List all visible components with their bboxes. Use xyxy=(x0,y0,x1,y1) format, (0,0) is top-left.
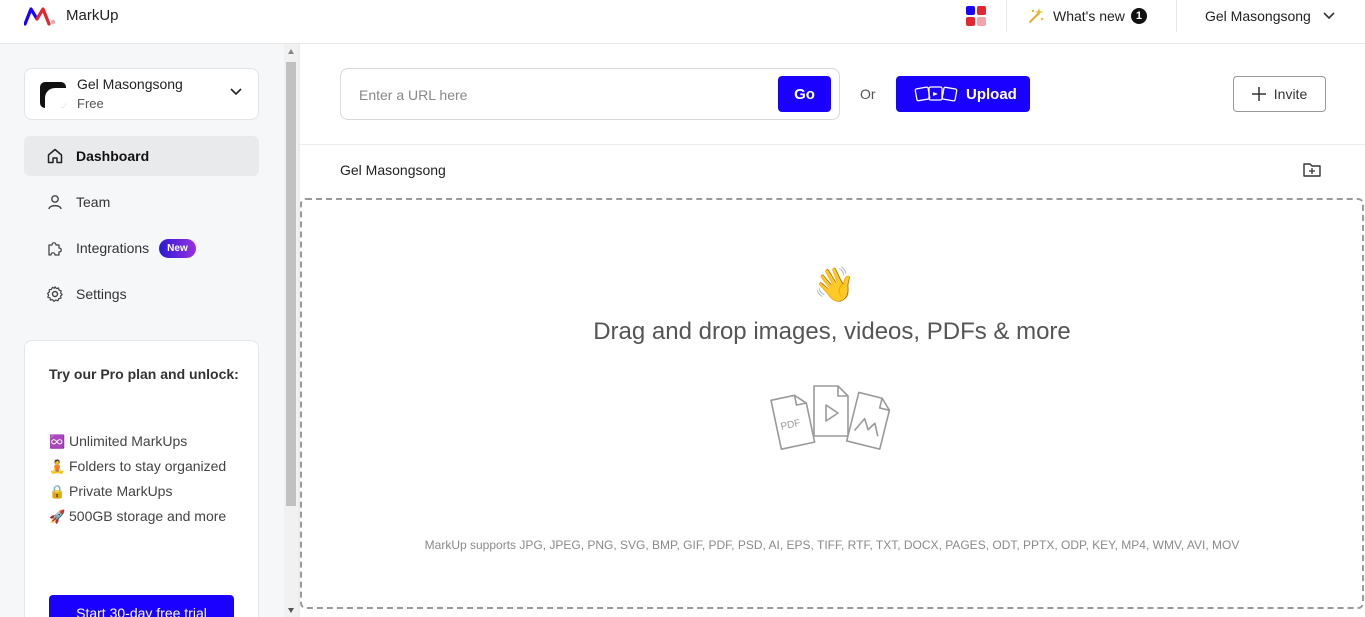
feature-text: Private MarkUps xyxy=(69,483,173,499)
feature-text: Folders to stay organized xyxy=(69,458,227,474)
dropzone-title: Drag and drop images, videos, PDFs & mor… xyxy=(593,318,1071,345)
invite-label: Invite xyxy=(1273,86,1308,102)
workspace-name: Gel Masongsong xyxy=(77,76,183,92)
go-button[interactable]: Go xyxy=(778,76,831,112)
sidebar: Gel Masongsong Free Dashboard Team Integ… xyxy=(0,44,284,617)
rocket-icon: 🚀 xyxy=(49,509,66,524)
sidebar-item-label: Team xyxy=(76,194,111,210)
user-name: Gel Masongsong xyxy=(1205,8,1311,24)
whats-new-label: What's new xyxy=(1053,8,1125,24)
sidebar-scrollbar[interactable] xyxy=(284,44,298,617)
meditation-icon: 🧘 xyxy=(49,459,66,474)
header-divider xyxy=(300,144,1365,145)
upload-label: Upload xyxy=(966,85,1017,103)
sparkle-icon xyxy=(1029,8,1044,23)
list-item: 🔒 Private MarkUps xyxy=(49,479,244,504)
invite-button[interactable]: Invite xyxy=(1233,76,1326,112)
apps-tile xyxy=(977,6,986,15)
promo-title: Try our Pro plan and unlock: xyxy=(49,366,239,382)
top-bar: MarkUp What's new 1 Gel Masongsong xyxy=(0,0,1365,44)
sidebar-item-label: Integrations xyxy=(76,240,150,256)
sidebar-item-dashboard[interactable]: Dashboard xyxy=(24,136,259,176)
sidebar-item-label: Settings xyxy=(76,286,127,302)
list-item: ♾️ Unlimited MarkUps xyxy=(49,429,244,454)
puzzle-icon xyxy=(48,242,62,256)
file-dropzone[interactable]: 👋 Drag and drop images, videos, PDFs & m… xyxy=(300,198,1364,609)
list-item: 🧘 Folders to stay organized xyxy=(49,454,244,479)
feature-text: 500GB storage and more xyxy=(69,508,227,524)
scrollbar-thumb[interactable] xyxy=(286,62,296,506)
user-menu-button[interactable]: Gel Masongsong xyxy=(1205,6,1335,26)
scroll-up-arrow-icon[interactable] xyxy=(288,49,294,54)
folder-owner-title: Gel Masongsong xyxy=(340,162,446,178)
chevron-down-icon xyxy=(230,88,242,96)
sidebar-item-settings[interactable]: Settings xyxy=(24,274,259,314)
markup-logo-icon[interactable] xyxy=(24,6,56,26)
topbar-divider xyxy=(1176,0,1177,32)
topbar-divider xyxy=(1006,0,1007,32)
file-types-illustration-icon: PDF xyxy=(770,385,891,451)
waving-hand-icon: 👋 xyxy=(813,266,856,304)
promo-feature-list: ♾️ Unlimited MarkUps 🧘 Folders to stay org… xyxy=(49,429,244,529)
workspace-switcher[interactable]: Gel Masongsong Free xyxy=(24,68,259,120)
new-badge: New xyxy=(159,238,196,258)
pro-plan-promo: Try our Pro plan and unlock: ♾️ Unlimited… xyxy=(24,340,259,617)
notification-count-badge: 1 xyxy=(1130,8,1147,24)
or-separator: Or xyxy=(860,86,876,102)
url-input[interactable] xyxy=(359,85,759,105)
infinity-icon: ♾️ xyxy=(49,434,66,449)
scroll-down-arrow-icon[interactable] xyxy=(288,608,294,613)
sidebar-item-label: Dashboard xyxy=(76,148,150,164)
url-form: Go xyxy=(340,68,840,120)
new-folder-icon[interactable] xyxy=(1302,161,1322,179)
workspace-plan: Free xyxy=(77,96,104,111)
home-icon xyxy=(47,148,63,164)
feature-text: Unlimited MarkUps xyxy=(69,433,188,449)
apps-tile xyxy=(966,17,975,26)
lock-icon: 🔒 xyxy=(49,484,66,499)
supported-formats-text: MarkUp supports JPG, JPEG, PNG, SVG, BMP… xyxy=(424,538,1240,552)
apps-grid-icon[interactable] xyxy=(966,6,986,26)
apps-tile xyxy=(966,6,975,15)
whats-new-button[interactable]: What's new 1 xyxy=(1027,6,1147,26)
plus-icon xyxy=(1251,87,1266,101)
gear-icon xyxy=(47,286,63,302)
workspace-avatar xyxy=(40,82,66,108)
sidebar-item-team[interactable]: Team xyxy=(24,182,259,222)
upload-files-icon xyxy=(914,86,958,102)
user-icon xyxy=(48,195,62,210)
sidebar-item-integrations[interactable]: Integrations New xyxy=(24,228,259,268)
upload-button[interactable]: Upload xyxy=(896,76,1030,112)
brand-name: MarkUp xyxy=(66,7,119,24)
list-item: 🚀 500GB storage and more xyxy=(49,504,244,529)
chevron-down-icon xyxy=(1323,12,1335,20)
apps-tile xyxy=(977,17,986,26)
start-trial-button[interactable]: Start 30-day free trial xyxy=(49,595,234,617)
